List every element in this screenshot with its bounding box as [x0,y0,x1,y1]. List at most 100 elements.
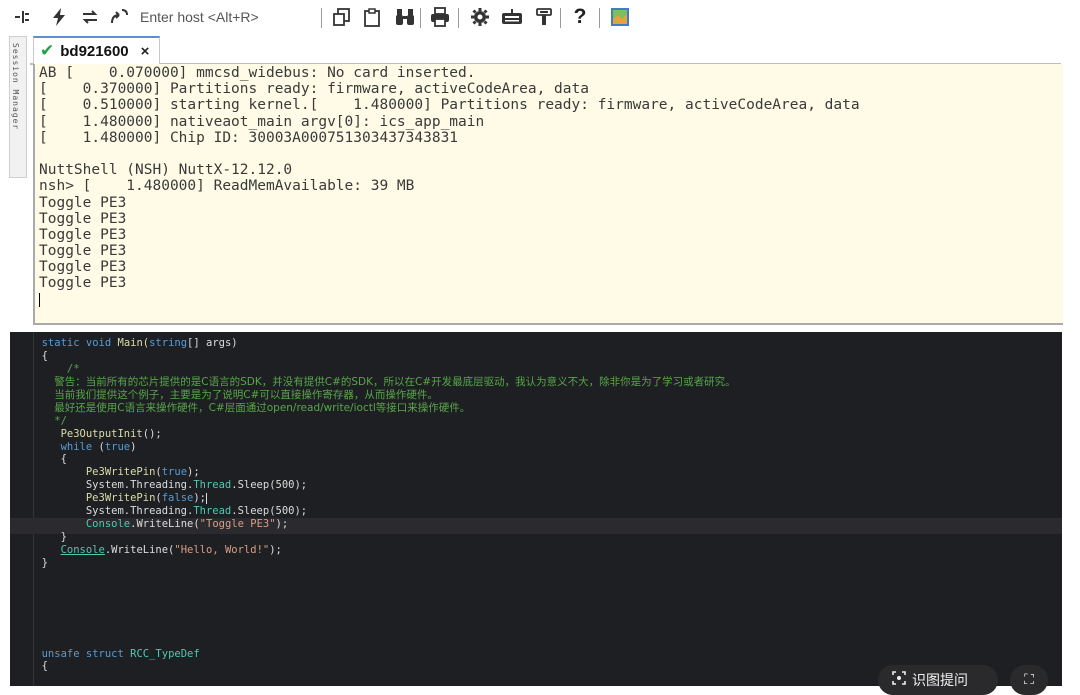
settings-gear-icon[interactable] [468,5,492,29]
code-line: { [10,453,736,466]
code-line: while (true) [10,441,736,454]
console-line: Toggle PE3 [39,194,127,211]
tab-session[interactable]: ✔ bd921600 × [33,36,161,64]
code-editor[interactable]: static void Main(string[] args) { /* 警告：… [10,332,1062,686]
code-text: } [60,531,67,544]
text-cursor [206,492,207,504]
string-literal: "Toggle PE3" [199,518,276,531]
code-lines: static void Main(string[] args) { /* 警告：… [10,337,736,673]
keyword: string [149,337,188,349]
map-icon[interactable] [608,5,632,29]
console-output: AB [ 0.070000] mmcsd_widebus: No card in… [39,65,860,308]
toolbar-separator [599,8,600,28]
quick-connect-icon[interactable] [12,5,34,29]
string-literal: "Hello, World!" [174,544,270,556]
comment: 警告：当前所有的芯片提供的是C语言的SDK，并没有提供C#的SDK，所以在C#开… [54,375,736,388]
type-name: Thread [193,505,232,518]
console-line: NuttShell (NSH) NuttX-12.12.0 [39,162,293,179]
toolbar: ? [0,0,1080,34]
console-line: [ 0.370000] Partitions ready: firmware, … [39,81,589,98]
code-line: Console.WriteLine("Hello, World!"); [10,544,736,557]
console-line: nsh> [ 1.480000] ReadMemAvailable: 39 MB [39,178,415,195]
tab-label: bd921600 [60,42,129,60]
code-text: .WriteLine( [104,544,175,556]
console-line: Toggle PE3 [39,275,127,292]
print-icon[interactable] [428,5,452,29]
expand-button[interactable]: ⛶ [1010,665,1048,695]
toolbar-separator [321,8,322,28]
console-line: Toggle PE3 [39,259,127,276]
paste-icon[interactable] [360,5,384,29]
console-line: Toggle PE3 [39,226,127,243]
session-link-icon[interactable] [107,5,131,29]
method-call: Pe3OutputInit [60,427,143,440]
keyword: unsafe [41,647,80,660]
code-line: Pe3WritePin(false); [10,492,736,505]
method-call: Pe3WritePin [85,492,156,505]
close-icon[interactable]: × [141,43,150,60]
type-name: Console [85,518,131,531]
code-line: unsafe struct RCC_TypeDef [10,648,736,661]
code-line: static void Main(string[] args) [10,337,736,350]
code-line: 当前我们提供这个例子，主要是为了说明C#可以直接操作寄存器，从而操作硬件。 [10,389,736,402]
code-text: ); [187,466,200,479]
keyword: false [161,492,194,505]
keymap-icon[interactable] [500,5,524,29]
code-text: } [41,556,48,569]
console-line: [ 1.480000] nativeaot_main argv[0]: ics_… [39,113,485,130]
comment: */ [54,414,67,427]
code-text: { [60,453,67,466]
type-name: Thread [193,479,232,492]
code-text: ) [130,440,137,453]
console-cursor-line [39,292,860,308]
terminal-console[interactable]: AB [ 0.070000] mmcsd_widebus: No card in… [33,64,1063,325]
toolbar-separator [420,8,421,28]
code-line: Pe3WritePin(true); [10,466,736,479]
keyword: struct [85,647,124,660]
code-line: 最好还是使用C语言来操作硬件，C#层面通过open/read/write/ioc… [10,402,736,415]
reconnect-icon[interactable] [78,5,102,29]
comment: /* [66,362,80,375]
code-line: { [10,660,736,673]
tab-bar: ✔ bd921600 × [30,34,1061,65]
check-icon: ✔ [40,40,55,61]
session-manager-label: Session Manager [11,43,20,131]
code-text: ( [92,440,105,453]
code-text: ); [193,492,206,505]
find-binoculars-icon[interactable] [393,5,417,29]
type-name: RCC_TypeDef [130,647,200,660]
keyword: static [41,337,80,349]
code-text: (); [142,427,162,440]
sftp-icon[interactable] [532,5,556,29]
console-line: AB [ 0.070000] mmcsd_widebus: No card in… [39,65,476,81]
code-line: 警告：当前所有的芯片提供的是C语言的SDK，并没有提供C#的SDK，所以在C#开… [10,375,736,389]
console-line: [ 1.480000] Chip ID: 30003A0007513034373… [39,129,459,146]
session-manager-panel[interactable]: Session Manager [9,36,27,178]
lightning-icon[interactable] [48,5,70,29]
code-text: .WriteLine( [130,518,200,531]
toolbar-separator [458,8,459,28]
code-text: { [41,349,48,362]
code-text: [] args) [187,337,238,349]
host-input[interactable] [140,6,310,28]
keyword: true [161,466,188,479]
image-question-label: 识图提问 [912,673,968,689]
code-line: Pe3OutputInit(); [10,428,736,441]
help-icon[interactable]: ? [568,5,592,29]
type-name: Console [60,544,105,556]
code-line: { [10,350,736,363]
method-call: Pe3WritePin [85,466,156,479]
text-cursor [39,292,40,307]
scan-icon [892,671,906,689]
code-line: System.Threading.Thread.Sleep(500); [10,505,736,518]
copy-icon[interactable] [330,5,354,29]
code-text: ); [269,544,282,556]
code-line: } [10,557,736,570]
image-question-button[interactable]: 识图提问 [878,665,998,695]
code-text: System.Threading. [85,479,194,492]
code-text: System.Threading. [85,505,194,518]
